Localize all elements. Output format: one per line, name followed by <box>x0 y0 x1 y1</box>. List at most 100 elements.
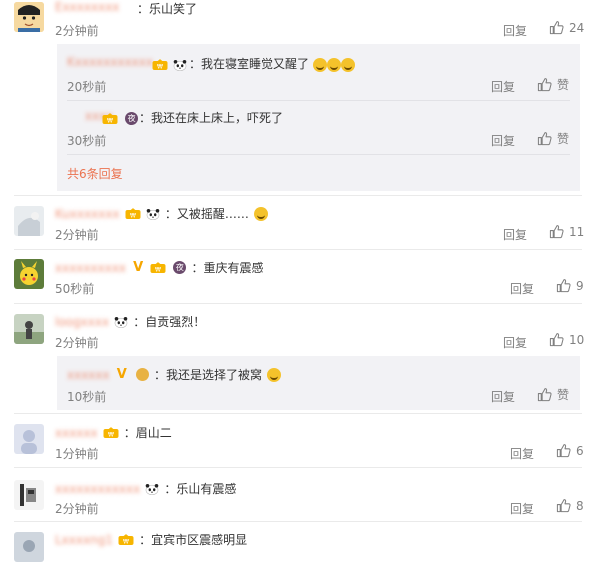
comment-text: ：重庆有震感 <box>191 261 264 275</box>
avatar[interactable] <box>14 424 44 454</box>
comment-item: loogxxxx ：自贡强烈！ 2分钟前 回复 10 <box>0 304 596 356</box>
medal-badge-icon <box>135 368 149 381</box>
comment-header: xxxxxxxxxxxx ：乐山有震感 <box>55 478 236 497</box>
like-count: 10 <box>569 332 585 347</box>
like-button[interactable]: 8 <box>556 498 584 513</box>
like-count: 24 <box>569 20 585 35</box>
like-label: 赞 <box>557 78 570 92</box>
panda-icon <box>114 316 128 328</box>
comment-text: ：眉山二 <box>123 426 172 440</box>
comment-header: xxxxxxxxxx V 夜 ：重庆有震感 <box>55 257 263 276</box>
comment-time: 2分钟前 <box>55 24 99 38</box>
like-button[interactable]: 6 <box>556 443 584 458</box>
username[interactable]: xxxxxx <box>67 368 110 382</box>
night-badge-icon: 夜 <box>125 112 139 125</box>
thumbs-up-icon <box>537 77 552 92</box>
avatar[interactable] <box>14 206 44 236</box>
thumbs-up-icon <box>537 131 552 146</box>
comment-text: ：宜宾市区震感明显 <box>139 533 248 547</box>
vip-badge-icon <box>152 59 168 71</box>
avatar[interactable] <box>14 532 44 562</box>
comment-text: ：乐山笑了 <box>137 2 198 16</box>
username[interactable]: loogxxxx <box>55 315 109 329</box>
thumbs-up-icon <box>549 20 564 35</box>
reply-text: ：我还在床上床上，吓死了 <box>139 111 284 125</box>
user-badges <box>152 54 187 73</box>
vip-badge-icon <box>103 427 119 439</box>
vip-badge-icon <box>118 534 134 546</box>
reply-button[interactable]: 回复 <box>503 226 527 243</box>
reply-header: xxxxxx V ：我还是选择了被窝 <box>67 364 282 383</box>
like-button[interactable]: 赞 <box>537 76 569 93</box>
reply-thread: xxxxxx V ：我还是选择了被窝 10秒前 回复 赞 <box>57 356 580 410</box>
username[interactable]: Exxxxxxxx <box>55 0 119 14</box>
like-count: 6 <box>576 443 584 458</box>
comment-time: 1分钟前 <box>55 447 99 461</box>
comment-item: xxxxxxxxxxxx ：乐山有震感 2分钟前 回复 8 <box>0 468 596 520</box>
divider <box>67 154 570 155</box>
divider <box>67 100 570 101</box>
avatar[interactable] <box>14 259 44 289</box>
like-button[interactable]: 24 <box>549 20 584 35</box>
panda-icon <box>146 208 160 220</box>
comment-header: loogxxxx ：自贡强烈！ <box>55 311 205 330</box>
reply-button[interactable]: 回复 <box>491 78 515 95</box>
like-button[interactable]: 11 <box>549 224 584 239</box>
like-button[interactable]: 赞 <box>537 386 569 403</box>
reply-text: ：我在寝室睡觉又醒了 <box>189 55 355 72</box>
laughing-face-icon <box>253 206 268 221</box>
vip-badge-icon <box>102 113 118 125</box>
panda-icon <box>173 59 187 71</box>
username[interactable]: xxxxxxxxxx <box>55 261 126 275</box>
avatar[interactable] <box>14 480 44 510</box>
comment-item: Kuxxxxxxx ：又被摇醒…… 2分钟前 回复 11 <box>0 196 596 248</box>
like-label: 赞 <box>557 388 570 402</box>
more-replies-link[interactable]: 共6条回复 <box>67 165 123 182</box>
username[interactable]: Kxxxxxxxxxxx <box>67 55 153 69</box>
comment-item: xxxxxx ：眉山二 1分钟前 回复 6 <box>0 414 596 466</box>
like-count: 9 <box>576 278 584 293</box>
reply-button[interactable]: 回复 <box>510 280 534 297</box>
comment-text: ：又被摇醒…… <box>164 207 249 221</box>
reply-time: 30秒前 <box>67 134 107 148</box>
comment-header: xxxxxx ：眉山二 <box>55 422 172 441</box>
verified-v-icon: V <box>133 260 144 275</box>
reply-button[interactable]: 回复 <box>503 22 527 39</box>
avatar[interactable] <box>14 2 44 32</box>
reply-button[interactable]: 回复 <box>503 334 527 351</box>
avatar[interactable] <box>14 314 44 344</box>
username[interactable]: Kuxxxxxxx <box>55 207 120 221</box>
username[interactable]: xxxxxxxxxxxx <box>55 482 140 496</box>
night-badge-icon: 夜 <box>173 261 187 274</box>
like-button[interactable]: 10 <box>549 332 584 347</box>
user-badges: 夜 <box>102 108 139 127</box>
thumbs-up-icon <box>556 498 571 513</box>
like-count: 11 <box>569 224 585 239</box>
username[interactable]: Lxxxxng1 <box>55 533 113 547</box>
like-label: 赞 <box>557 132 570 146</box>
reply-time: 20秒前 <box>67 80 107 94</box>
comment-item: Exxxxxxxx ：乐山笑了 2分钟前 回复 24 <box>0 0 596 46</box>
reply-text: ：我还是选择了被窝 <box>153 368 262 382</box>
comment-time: 2分钟前 <box>55 502 99 516</box>
comment-time: 2分钟前 <box>55 336 99 350</box>
reply-button[interactable]: 回复 <box>491 388 515 405</box>
verified-v-icon: V <box>116 367 127 382</box>
username[interactable]: xxxxxx <box>55 426 98 440</box>
comment-item: Lxxxxng1 ：宜宾市区震感明显 <box>0 522 596 562</box>
crying-face-icon <box>267 367 282 382</box>
panda-icon <box>145 483 159 495</box>
laughing-face-icon <box>312 57 327 72</box>
reply-button[interactable]: 回复 <box>510 445 534 462</box>
vip-badge-icon <box>125 208 141 220</box>
comment-text: ：乐山有震感 <box>164 482 237 496</box>
reply-button[interactable]: 回复 <box>491 132 515 149</box>
vip-badge-icon <box>150 262 166 274</box>
comment-header: Kuxxxxxxx ：又被摇醒…… <box>55 203 268 222</box>
like-button[interactable]: 9 <box>556 278 584 293</box>
reply-button[interactable]: 回复 <box>510 500 534 517</box>
like-button[interactable]: 赞 <box>537 130 569 147</box>
reply-thread: Kxxxxxxxxxxx ：我在寝室睡觉又醒了 20秒前 回复 赞 xxxx 夜… <box>57 44 580 191</box>
comment-text: ：自贡强烈！ <box>133 315 206 329</box>
thumbs-up-icon <box>549 224 564 239</box>
